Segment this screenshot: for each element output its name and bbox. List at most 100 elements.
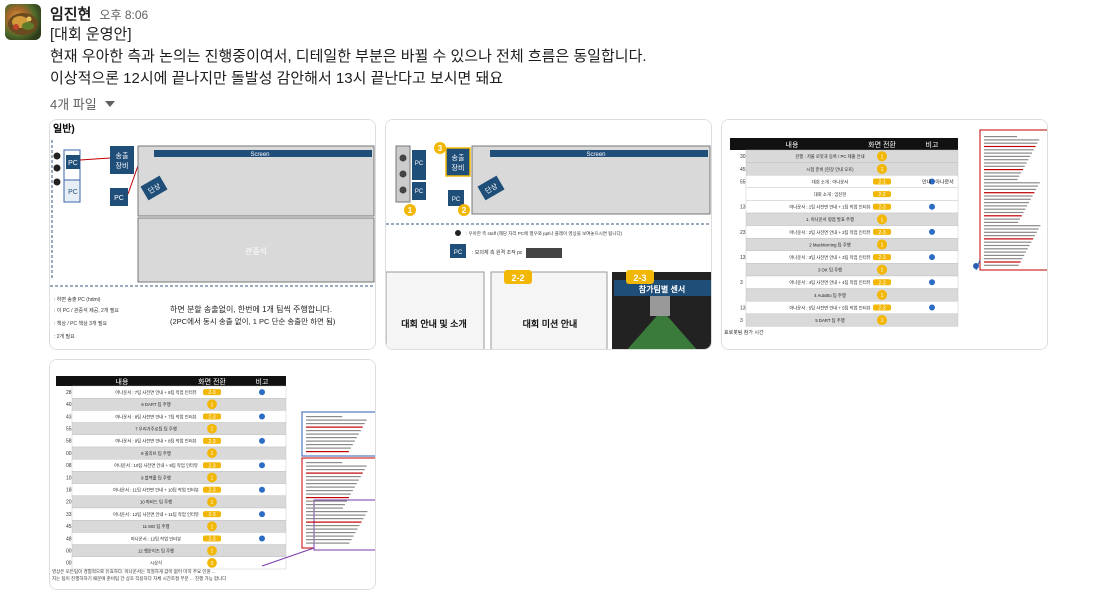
row-time: 55 <box>66 427 72 433</box>
doc-text-line <box>984 159 1029 161</box>
table-row <box>745 187 959 201</box>
row-content: 대회 소개 : 아나운서 <box>812 178 848 185</box>
transition-tag: 2-1 <box>878 180 885 186</box>
slide-2-title: 대회 미션 안내 <box>523 318 578 329</box>
row-content: 아나운서 : 8팀 사전면 안내 + 7팀 작업 인터뷰 <box>115 413 196 420</box>
remark-dot <box>929 228 935 235</box>
transition-tag: 2-3 <box>878 230 885 236</box>
doc-text-line <box>306 525 360 527</box>
row-content: 시험 준비 (현장 안내 오프) <box>806 166 854 173</box>
transition-tag: 1 <box>211 402 214 408</box>
doc-text-line <box>984 195 1033 197</box>
legend-line-1: : 하면 송출 PC (hdmi) <box>54 296 101 303</box>
row-time: 13 <box>740 305 746 311</box>
transition-tag: 1 <box>881 318 884 324</box>
message-line-2: 현재 우아한 측과 논의는 진행중이여서, 디테일한 부분은 바뀔 수 있으나 … <box>50 48 647 65</box>
doc-text-line <box>984 169 1023 171</box>
row-content: 2 MacMorning 팀 주행 <box>809 241 851 248</box>
row-content: 6 DART 팀 주행 <box>141 401 170 408</box>
message-header: 임진현 오후 8:06 <box>50 3 148 23</box>
note-line-1: : 우아한 측 staff (제당 자리 PC에 행우와 ppt나 플레이 영상… <box>466 230 623 237</box>
doc-text-line <box>984 188 1037 190</box>
row-content: 아나운서 : 7팀 사전면 안내 + 8팀 작업 인터뷰 <box>115 389 196 396</box>
author-name[interactable]: 임진현 <box>50 3 91 24</box>
transition-tag: 2-3 <box>208 439 215 445</box>
message-line-1: [대회 운영안] <box>50 26 132 43</box>
col-header-transition: 화면 전환 <box>198 377 226 386</box>
doc-text-line <box>306 423 365 425</box>
file-thumbnail-4[interactable]: 내용 화면 전환 비고 28 아나운서 : 7팀 사전면 안내 + 8팀 작업 인… <box>49 359 376 590</box>
slide-tag-2-3: 2-3 <box>633 273 646 283</box>
table-row <box>745 263 959 277</box>
col-header-transition: 화면 전환 <box>868 140 896 149</box>
doc-text-line <box>306 483 357 485</box>
doc-text-line <box>984 182 1040 184</box>
table-footer-2: 지는 팀이 진행하하기 때문에 준비팀 간 상호 작용하다 자체 시간조절 부분… <box>52 575 227 582</box>
avatar[interactable] <box>5 4 41 40</box>
doc-text-line <box>984 185 1038 187</box>
col-header-remark: 비고 <box>256 377 269 386</box>
transition-tag: 2-2 <box>878 192 885 198</box>
doc-text-line <box>984 244 1030 247</box>
doc-text-line <box>306 535 354 537</box>
doc-text-line <box>306 521 362 523</box>
row-content: 아나운서 : 5팀 사전면 안내 + 5팀 작업 인터뷰 <box>789 304 870 311</box>
transition-tag: 2-3 <box>208 512 215 518</box>
remark-dot <box>259 486 265 493</box>
doc-text-line <box>984 172 1022 174</box>
file-thumbnail-2[interactable]: PC PC 송출 장비 PC 3 1 2 Screen 단상 : 우아한 측 s… <box>385 119 712 350</box>
equip-label-1: 송출 <box>116 151 129 160</box>
doc-text-line <box>306 493 351 495</box>
doc-text-line <box>306 511 368 513</box>
doc-text-line <box>306 465 367 467</box>
row-time: 08 <box>66 463 72 469</box>
table-row <box>745 313 959 327</box>
row-time: 13 <box>740 205 746 211</box>
table-row <box>71 398 287 411</box>
doc-text-line <box>306 469 365 471</box>
remark-dot <box>259 535 265 542</box>
doc-text-line <box>306 451 349 453</box>
col-header-content: 내용 <box>786 140 799 149</box>
table-row <box>71 471 287 484</box>
legend-line-4: : 2개 필요 <box>54 333 75 340</box>
svg-text:PC: PC <box>415 189 424 195</box>
badge-3: 3 <box>438 144 443 153</box>
row-content: 3 OK 팀 주행 <box>818 267 842 274</box>
equip-label-1: 송출 <box>452 153 465 162</box>
svg-text:PC: PC <box>454 250 463 256</box>
transition-tag: 3 <box>211 561 214 567</box>
file-thumbnail-3[interactable]: 내용 화면 전환 비고 30 진행 : 저울 로봇과 등록 / PC 제출 안내 1… <box>721 119 1048 350</box>
doc-text-line <box>984 218 1020 220</box>
doc-text-line <box>984 235 1035 237</box>
files-toggle[interactable]: 4개 파일 <box>50 94 115 113</box>
row-content: 아나운서 : 3팀 사전면 안내 + 3팀 작업 인터뷰 <box>789 254 870 261</box>
row-time: 23 <box>740 230 746 236</box>
doc-text-line <box>984 241 1032 243</box>
doc-text-line <box>984 231 1037 233</box>
doc-text-line <box>984 162 1027 164</box>
row-content: 아나운서 : 4팀 사전면 안내 + 4팀 작업 인터뷰 <box>789 279 870 286</box>
pc-label: PC <box>415 161 424 167</box>
row-content: 5 DART 팀 주행 <box>815 317 844 324</box>
doc-text-line <box>306 507 343 509</box>
legend-line-3: : 책상 / PC 책상 3개 필요 <box>54 320 107 327</box>
row-content: 진행 : 저울 로봇과 등록 / PC 제출 안내 <box>795 153 864 160</box>
doc-text-line <box>306 419 367 421</box>
doc-text-line <box>984 208 1026 210</box>
row-time: 45 <box>66 524 72 530</box>
doc-text-line <box>306 437 357 439</box>
slide-3-title: 참가팀별 센서 <box>639 284 685 294</box>
doc-text-line <box>984 175 1020 177</box>
timestamp[interactable]: 오후 8:06 <box>99 6 148 23</box>
transition-tag: 2-3 <box>878 280 885 286</box>
pc-label: PC <box>68 160 78 167</box>
remark-dot <box>929 304 935 311</box>
table-row <box>71 519 287 533</box>
transition-tag: 1 <box>211 500 214 506</box>
message-line-3: 이상적으론 12시에 끝나지만 돌발성 감안해서 13시 끝난다고 보시면 돼요 <box>50 70 504 87</box>
file-thumbnail-1[interactable]: 일반) PC PC 송출 장비 PC Screen 단상 관중석: 하면 송출… <box>49 119 376 350</box>
row-content: 아나운서 : 1팀 사전면 안내 + 1팀 작업 인터뷰 <box>789 204 870 211</box>
legend-line-2: : 이 PC / 관중석 제공, 2개 필요 <box>54 307 119 314</box>
row-content: 11 MO 팀 주행 <box>143 523 170 530</box>
